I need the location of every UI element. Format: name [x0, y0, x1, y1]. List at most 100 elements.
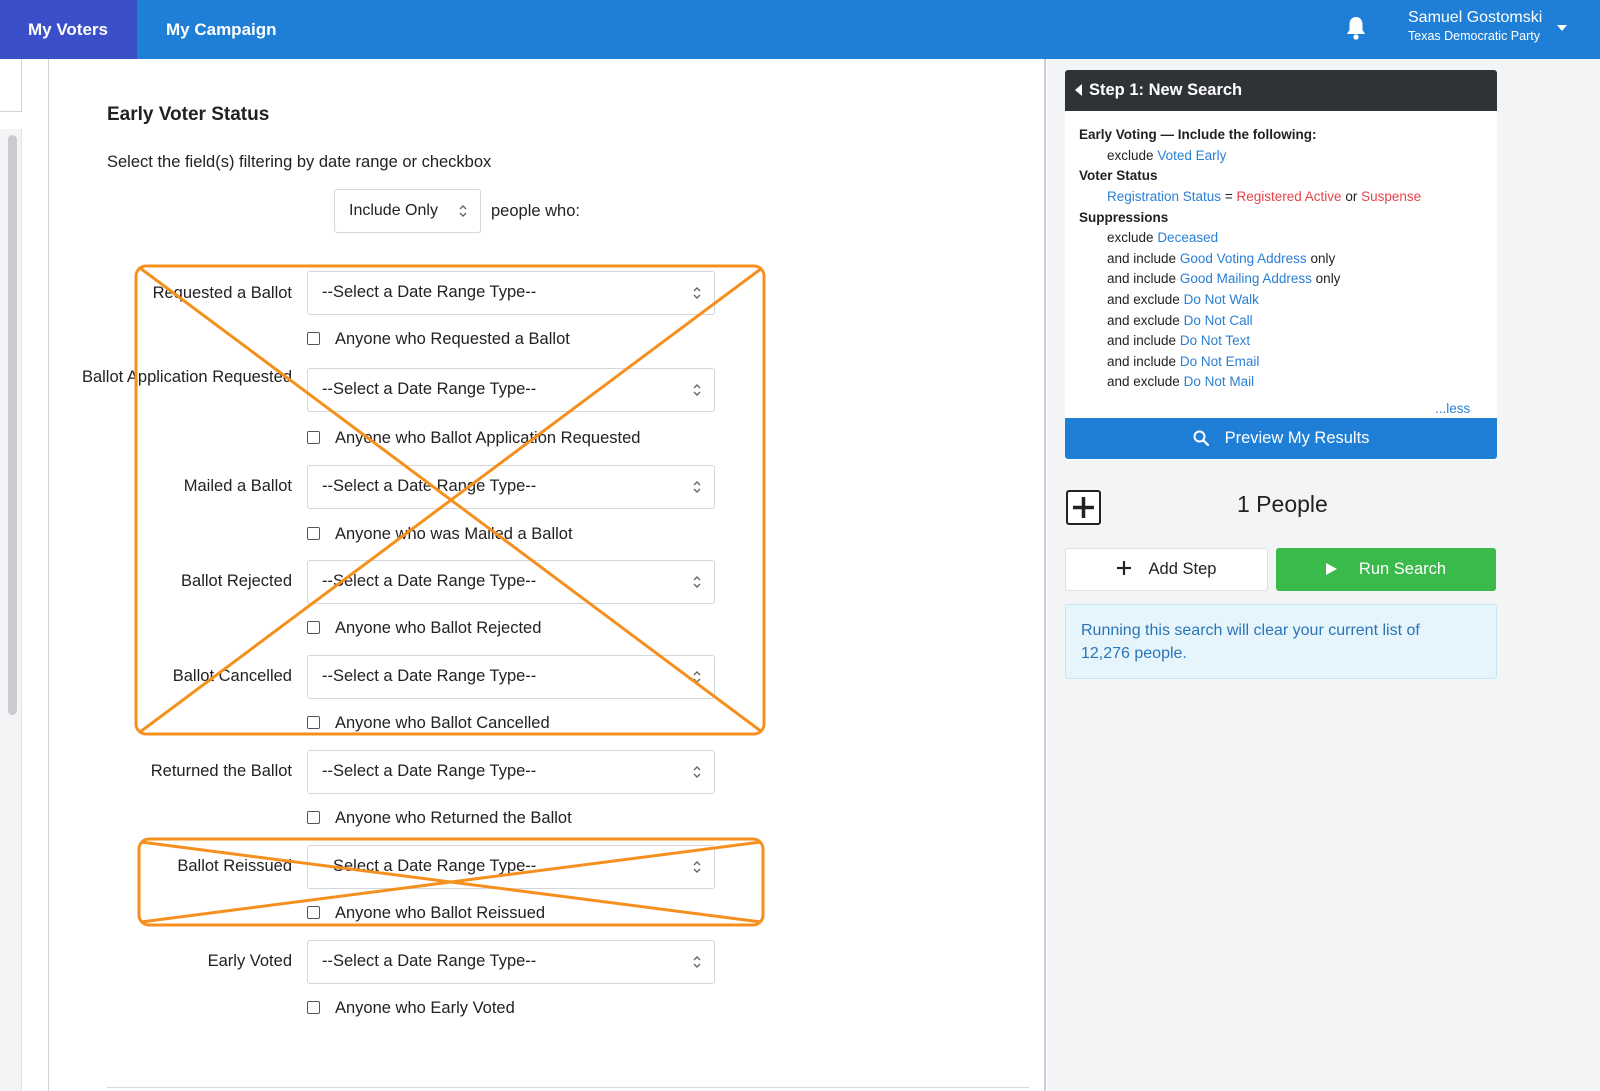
scrollbar-thumb[interactable] — [8, 135, 17, 715]
top-nav-bar: My Voters My Campaign Samuel Gostomski T… — [0, 0, 1600, 59]
checkbox[interactable] — [307, 332, 320, 345]
select-arrows-icon — [693, 671, 701, 683]
date-range-select-returned-ballot[interactable]: --Select a Date Range Type-- — [307, 750, 715, 794]
field-label-mailed-ballot: Mailed a Ballot — [183, 477, 292, 495]
date-range-select-ballot-cancelled[interactable]: --Select a Date Range Type-- — [307, 655, 715, 699]
suppression-rule: and exclude Do Not Mail — [1107, 374, 1255, 389]
checkbox-row-requested-ballot[interactable]: Anyone who Requested a Ballot — [307, 330, 570, 349]
run-search-button[interactable]: Run Search — [1276, 548, 1496, 591]
date-range-select-ballot-application[interactable]: --Select a Date Range Type-- — [307, 368, 715, 412]
bell-icon[interactable] — [1344, 15, 1368, 43]
people-count: 1 People — [1237, 491, 1328, 517]
suppression-rule: and include Good Voting Address only — [1107, 251, 1336, 266]
select-arrows-icon — [693, 384, 701, 396]
preview-results-button[interactable]: Preview My Results — [1065, 418, 1497, 459]
date-range-select-value: --Select a Date Range Type-- — [322, 667, 537, 685]
checkbox-label: Anyone who Requested a Ballot — [335, 330, 570, 348]
date-range-select-requested-ballot[interactable]: --Select a Date Range Type-- — [307, 271, 715, 315]
criteria-link[interactable]: Voted Early — [1157, 148, 1226, 163]
caret-left-icon[interactable] — [1075, 84, 1082, 96]
criteria-link[interactable]: Good Voting Address — [1180, 251, 1307, 266]
user-party: Texas Democratic Party — [1408, 29, 1540, 43]
checkbox-row-ballot-reissued[interactable]: Anyone who Ballot Reissued — [307, 904, 545, 923]
section-title: Early Voter Status — [107, 104, 270, 125]
checkbox[interactable] — [307, 527, 320, 540]
expand-plus-button[interactable] — [1066, 490, 1101, 525]
criteria-link[interactable]: Registration Status — [1107, 189, 1221, 204]
criteria-link[interactable]: Do Not Email — [1180, 354, 1260, 369]
date-range-select-mailed-ballot[interactable]: --Select a Date Range Type-- — [307, 465, 715, 509]
suppression-rule: and exclude Do Not Call — [1107, 313, 1253, 328]
checkbox-row-ballot-application[interactable]: Anyone who Ballot Application Requested — [307, 429, 640, 448]
criteria-link[interactable]: Do Not Call — [1184, 313, 1253, 328]
voter-status-heading: Voter Status — [1079, 168, 1158, 183]
checkbox-row-returned-ballot[interactable]: Anyone who Returned the Ballot — [307, 809, 572, 828]
date-range-select-value: --Select a Date Range Type-- — [322, 283, 537, 301]
tab-my-voters[interactable]: My Voters — [0, 0, 137, 59]
run-search-label: Run Search — [1358, 560, 1447, 578]
checkbox[interactable] — [307, 1001, 320, 1014]
checkbox-row-mailed-ballot[interactable]: Anyone who was Mailed a Ballot — [307, 525, 573, 544]
select-arrows-icon — [459, 205, 467, 217]
checkbox-row-ballot-rejected[interactable]: Anyone who Ballot Rejected — [307, 619, 541, 638]
date-range-select-value: --Select a Date Range Type-- — [322, 857, 537, 875]
checkbox[interactable] — [307, 431, 320, 444]
criteria-value[interactable]: Registered Active — [1236, 189, 1341, 204]
checkbox-label: Anyone who Ballot Reissued — [335, 904, 546, 922]
add-step-label: Add Step — [1148, 560, 1217, 578]
checkbox-label: Anyone who Ballot Cancelled — [335, 714, 550, 732]
checkbox-label: Anyone who Ballot Rejected — [335, 619, 542, 637]
suppression-rule: and include Do Not Text — [1107, 333, 1251, 348]
preview-results-label: Preview My Results — [1224, 429, 1370, 447]
show-less-link[interactable]: ...less — [1435, 401, 1470, 416]
criteria-link[interactable]: Do Not Walk — [1184, 292, 1259, 307]
date-range-select-ballot-reissued[interactable]: --Select a Date Range Type-- — [307, 845, 715, 889]
section-divider — [107, 1087, 1029, 1088]
right-scrollbar — [1590, 59, 1600, 1091]
criteria-link[interactable]: Good Mailing Address — [1180, 271, 1312, 286]
checkbox-label: Anyone who Early Voted — [335, 999, 515, 1017]
voter-status-rule: Registration Status = Registered Active … — [1107, 189, 1422, 204]
notice-text-line: 12,276 people. — [1081, 645, 1187, 662]
checkbox[interactable] — [307, 811, 320, 824]
gutter-panel — [0, 59, 22, 112]
select-arrows-icon — [693, 287, 701, 299]
checkbox-label: Anyone who was Mailed a Ballot — [335, 525, 573, 543]
info-notice: Running this search will clear your curr… — [1065, 604, 1497, 679]
criteria-link[interactable]: Do Not Mail — [1184, 374, 1255, 389]
criteria-value[interactable]: Suspense — [1361, 189, 1421, 204]
early-voting-heading: Early Voting — Include the following: — [1079, 127, 1317, 142]
date-range-select-value: --Select a Date Range Type-- — [322, 762, 537, 780]
checkbox-label: Anyone who Returned the Ballot — [335, 809, 572, 827]
field-label-requested-ballot: Requested a Ballot — [152, 284, 292, 302]
criteria-link[interactable]: Deceased — [1157, 230, 1218, 245]
include-mode-value: Include Only — [349, 202, 438, 219]
step-summary-card: Step 1: New Search Early Voting — Includ… — [1065, 70, 1497, 460]
main-form-panel: Early Voter Status Select the field(s) f… — [50, 59, 1046, 1091]
date-range-select-value: --Select a Date Range Type-- — [322, 477, 537, 495]
select-arrows-icon — [693, 576, 701, 588]
add-step-button[interactable]: Add Step — [1065, 548, 1268, 591]
checkbox-row-ballot-cancelled[interactable]: Anyone who Ballot Cancelled — [307, 714, 550, 733]
suppression-rule: and include Do Not Email — [1107, 354, 1260, 369]
early-voting-rule: exclude Voted Early — [1107, 148, 1227, 163]
include-mode-select[interactable]: Include Only — [334, 189, 481, 233]
checkbox[interactable] — [307, 621, 320, 634]
step-title: Step 1: New Search — [1089, 81, 1243, 99]
left-gutter — [0, 59, 49, 1091]
play-icon — [1325, 563, 1337, 575]
field-label-ballot-rejected: Ballot Rejected — [181, 572, 292, 590]
step-header[interactable]: Step 1: New Search — [1065, 70, 1497, 111]
criteria-link[interactable]: Do Not Text — [1180, 333, 1250, 348]
checkbox[interactable] — [307, 716, 320, 729]
date-range-select-ballot-rejected[interactable]: --Select a Date Range Type-- — [307, 560, 715, 604]
caret-down-icon[interactable] — [1557, 25, 1567, 31]
search-icon — [1193, 430, 1209, 447]
checkbox-row-early-voted[interactable]: Anyone who Early Voted — [307, 999, 515, 1018]
suppression-rule: and include Good Mailing Address only — [1107, 271, 1341, 286]
user-name[interactable]: Samuel Gostomski — [1408, 9, 1542, 27]
checkbox[interactable] — [307, 906, 320, 919]
tab-my-campaign[interactable]: My Campaign — [138, 0, 305, 59]
field-label-early-voted: Early Voted — [207, 952, 292, 970]
date-range-select-early-voted[interactable]: --Select a Date Range Type-- — [307, 940, 715, 984]
